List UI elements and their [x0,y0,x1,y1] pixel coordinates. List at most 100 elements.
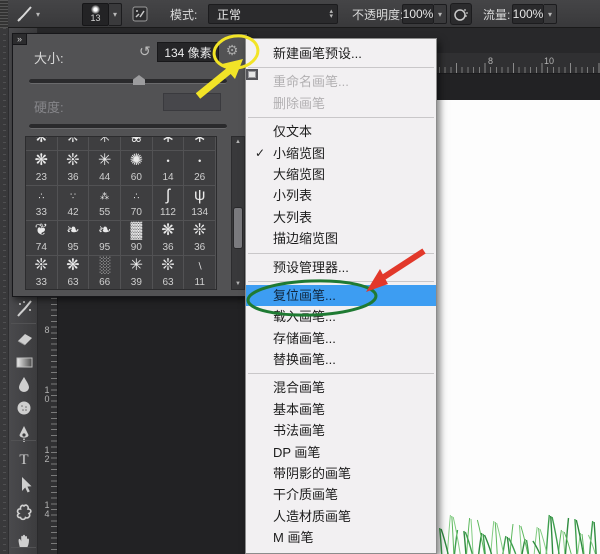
menu-item-12[interactable]: 预设管理器... [246,257,436,278]
menu-item-21[interactable]: 书法画笔 [246,420,436,441]
menu-item-3[interactable]: 删除画笔 [246,93,436,114]
opacity-field[interactable]: 100% ▾ [402,0,447,28]
scrollbar-thumb[interactable] [233,207,243,249]
brush-grid-scrollbar[interactable]: ▲ ▼ [231,136,245,290]
blur-tool[interactable] [12,372,36,396]
scroll-down-icon[interactable]: ▼ [235,279,241,289]
reset-size-icon[interactable]: ↺ [139,44,151,58]
menu-item-26[interactable]: M 画笔 [246,527,436,548]
mode-select-box[interactable]: 正常 ▴▾ [208,4,338,24]
brush-thumbnail: • [166,151,169,172]
menu-item-15[interactable]: 载入画笔... [246,306,436,327]
brush-thumbnail: ψ [194,186,205,207]
brush-preset[interactable]: ❋63 [58,256,90,290]
brush-size-label: 60 [131,172,142,183]
brush-preset[interactable]: ∵42 [58,186,90,221]
mode-select[interactable]: 正常 ▴▾ [208,0,338,28]
size-slider-thumb[interactable] [133,75,145,85]
brush-thumbnail: ❋ [161,221,174,242]
brush-preset[interactable]: ∴70 [121,186,153,221]
custom-shape-tool[interactable] [12,500,36,524]
chevron-down-icon[interactable]: ▾ [109,3,122,26]
brush-preset[interactable]: ❊36 [184,221,216,256]
size-value-field[interactable]: 134 像素 [157,42,219,62]
brush-preset[interactable]: ✳ [89,137,121,151]
brush-preset[interactable]: ❋36 [153,221,185,256]
menu-item-20[interactable]: 基本画笔 [246,399,436,420]
size-slider[interactable] [29,79,227,84]
brush-preset[interactable]: ❊33 [26,256,58,290]
chevron-down-icon[interactable]: ▾ [544,4,557,24]
brush-thumbnail: ✳ [98,137,111,149]
toggle-brush-panel-button[interactable] [129,0,151,28]
brush-preset[interactable]: ❊ [58,137,90,151]
brush-preset[interactable]: ∗ [153,137,185,151]
tool-preset-picker[interactable]: ▾ [14,0,40,28]
gradient-tool[interactable] [12,350,36,374]
hand-tool[interactable] [12,529,36,553]
menu-item-7[interactable]: 大缩览图 [246,164,436,185]
menu-item-23[interactable]: 带阴影的画笔 [246,463,436,484]
brush-preset[interactable]: ❀ [121,137,153,151]
brush-preset[interactable]: ʃ112 [153,186,185,221]
checkmark-icon: ✓ [255,143,265,164]
menu-item-24[interactable]: 干介质画笔 [246,484,436,505]
new-brush-icon[interactable] [246,69,258,80]
opacity-value[interactable]: 100% [402,4,434,24]
menu-item-8[interactable]: 小列表 [246,185,436,206]
brush-size-label: 112 [160,207,176,218]
brush-preset[interactable]: ✳39 [121,256,153,290]
brush-preset[interactable]: ░66 [89,256,121,290]
v-ruler-label: 10 [42,386,52,404]
brush-thumbnail: ∗ [193,137,206,149]
brush-preset[interactable]: ❧95 [58,221,90,256]
brush-preset-picker[interactable]: 13 ▾ [82,0,122,28]
brush-preset[interactable]: ❊63 [153,256,185,290]
brush-preset[interactable]: ✺60 [121,151,153,186]
collapse-panel-button[interactable]: » [12,33,27,45]
brush-preset[interactable]: ❋ [26,137,58,151]
brush-preset[interactable]: •14 [153,151,185,186]
menu-item-17[interactable]: 替换画笔... [246,349,436,370]
history-brush-tool[interactable] [12,296,36,320]
menu-item-10[interactable]: 描边缩览图 [246,228,436,249]
menu-item-14[interactable]: 复位画笔... [246,285,436,306]
brush-preset[interactable]: ∗ [184,137,216,151]
menu-item-22[interactable]: DP 画笔 [246,442,436,463]
hardness-label: 硬度: [34,97,64,116]
flow-value[interactable]: 100% [512,4,544,24]
type-tool[interactable]: T [12,447,36,471]
brush-preset[interactable]: ψ134 [184,186,216,221]
brush-preset[interactable]: ⁂55 [89,186,121,221]
brush-preset[interactable]: ∖11 [184,256,216,290]
scroll-up-icon[interactable]: ▲ [235,137,241,147]
gear-icon[interactable]: ⚙ [223,41,241,59]
menu-item-9[interactable]: 大列表 [246,207,436,228]
brush-preset[interactable]: ❧95 [89,221,121,256]
brush-preset[interactable]: ✳44 [89,151,121,186]
path-select-tool[interactable] [12,473,36,497]
menu-item-25[interactable]: 人造材质画笔 [246,506,436,527]
dodge-tool[interactable] [12,396,36,420]
brush-preset[interactable]: ❋23 [26,151,58,186]
v-ruler-label: 8 [42,326,52,335]
menu-item-16[interactable]: 存储画笔... [246,328,436,349]
brush-preset[interactable]: ∴33 [26,186,58,221]
chevron-down-icon[interactable]: ▾ [434,4,447,24]
brush-preset[interactable]: ❦74 [26,221,58,256]
spinner-arrows-icon[interactable]: ▴▾ [329,9,333,19]
menu-item-0[interactable]: 新建画笔预设... [246,43,436,64]
eraser-tool[interactable] [12,326,36,350]
airbrush-button[interactable] [450,0,472,28]
menu-item-6[interactable]: 小缩览图✓ [246,143,436,164]
brush-preset[interactable]: ▓90 [121,221,153,256]
brush-thumbnail: ❊ [193,221,206,242]
flow-field[interactable]: 100% ▾ [512,0,557,28]
menu-item-2[interactable]: 重命名画笔... [246,71,436,92]
photoshop-window: 6810 8101214 T ▾ 13 ▾ 模式: [0,0,600,554]
brush-preset[interactable]: •26 [184,151,216,186]
pen-tool[interactable] [12,422,36,446]
menu-item-5[interactable]: 仅文本 [246,121,436,142]
brush-preset[interactable]: ❊36 [58,151,90,186]
menu-item-19[interactable]: 混合画笔 [246,377,436,398]
